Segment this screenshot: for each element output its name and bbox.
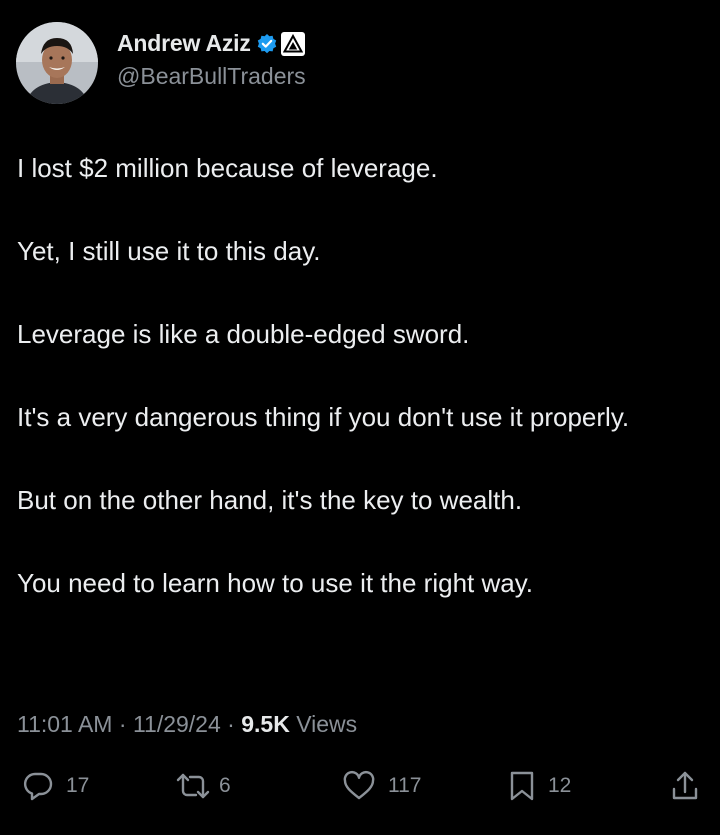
like-count: 117	[388, 774, 422, 797]
reply-count: 17	[66, 774, 90, 797]
tweet-date[interactable]: 11/29/24	[133, 711, 221, 737]
tweet-paragraph: But on the other hand, it's the key to w…	[17, 485, 523, 515]
tweet-text: I lost $2 million because of leverage. Y…	[17, 150, 707, 648]
tweet-paragraph: Yet, I still use it to this day.	[17, 236, 321, 266]
tweet-paragraph: You need to learn how to use it the righ…	[17, 568, 534, 598]
heart-icon	[343, 770, 375, 800]
action-bar: 17 6 117 12	[0, 770, 720, 810]
verified-badge-icon[interactable]	[256, 33, 278, 55]
tweet-time[interactable]: 11:01 AM	[17, 711, 112, 737]
author-names: Andrew Aziz @BearBullTraders	[117, 29, 306, 90]
bear-bull-triangle-icon[interactable]	[280, 31, 305, 56]
avatar[interactable]	[16, 22, 98, 104]
repost-count: 6	[219, 774, 231, 797]
repost-icon	[176, 773, 210, 799]
author-display-name[interactable]: Andrew Aziz	[117, 30, 251, 57]
bookmark-icon	[510, 771, 534, 801]
reply-icon	[23, 772, 53, 801]
tweet-paragraph: Leverage is like a double-edged sword.	[17, 319, 470, 349]
tweet-paragraph: I lost $2 million because of leverage.	[17, 153, 438, 183]
tweet-paragraph: It's a very dangerous thing if you don't…	[17, 402, 630, 432]
tweet-meta: 11:01 AM · 11/29/24 · 9.5K Views	[17, 711, 357, 738]
share-icon	[672, 771, 698, 800]
name-row: Andrew Aziz	[117, 29, 306, 59]
like-button[interactable]: 117	[342, 770, 421, 802]
views-label: Views	[296, 711, 358, 737]
reply-button[interactable]: 17	[22, 770, 89, 802]
tweet-header: Andrew Aziz @BearBullTraders	[16, 22, 306, 104]
repost-button[interactable]: 6	[175, 770, 231, 802]
avatar-photo	[16, 22, 98, 104]
bookmark-button[interactable]: 12	[508, 770, 571, 802]
meta-separator: ·	[227, 711, 235, 737]
author-handle[interactable]: @BearBullTraders	[117, 63, 306, 90]
views-count[interactable]: 9.5K	[241, 711, 290, 737]
bookmark-count: 12	[548, 774, 572, 797]
meta-separator: ·	[118, 711, 127, 737]
share-button[interactable]	[670, 770, 700, 802]
